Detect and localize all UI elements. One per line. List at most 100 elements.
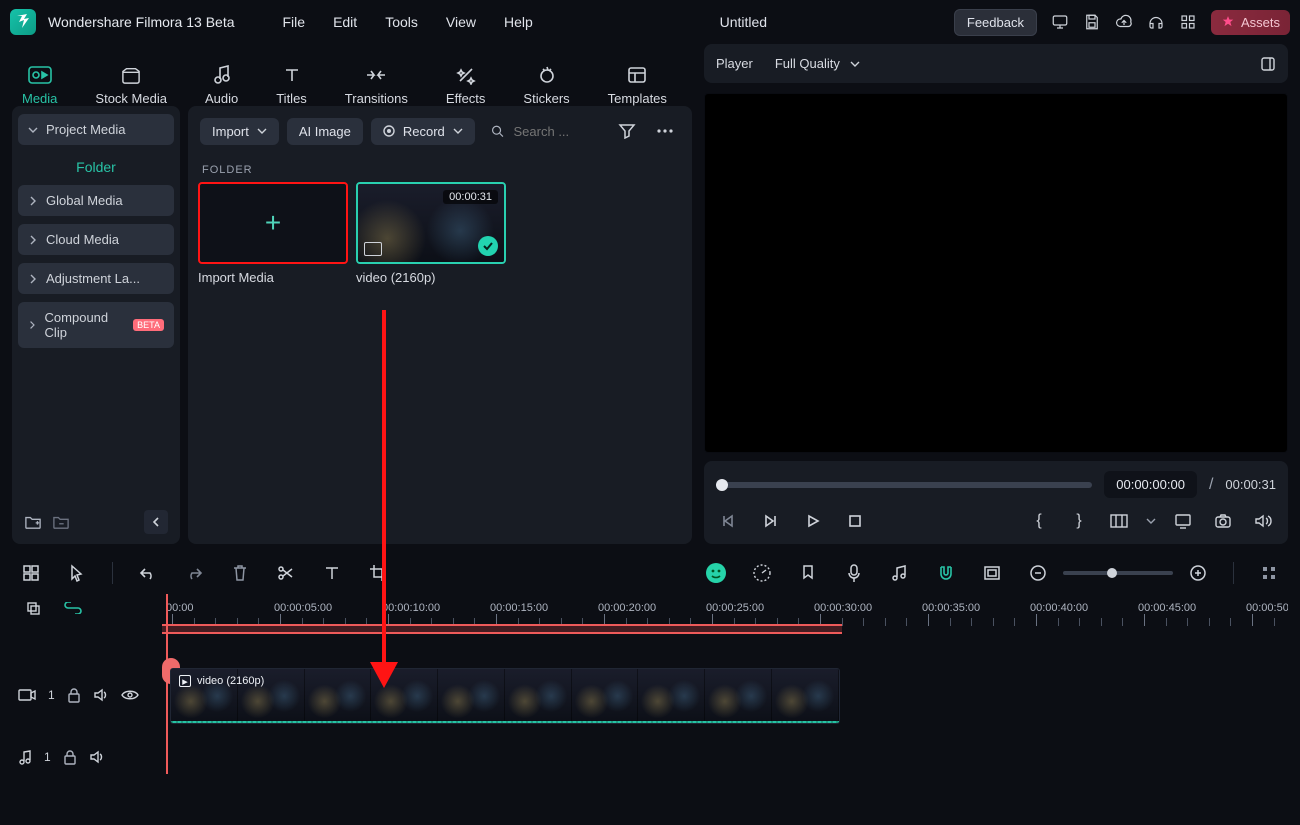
desktop-icon[interactable]: [1051, 13, 1069, 31]
panel-icon[interactable]: [1260, 56, 1276, 72]
feedback-button[interactable]: Feedback: [954, 9, 1037, 36]
zoom-track[interactable]: [1063, 571, 1173, 575]
mute-icon[interactable]: [93, 688, 109, 702]
link-folder-icon[interactable]: [52, 514, 70, 530]
title-right-tools: Feedback Assets: [954, 9, 1290, 36]
visibility-icon[interactable]: [121, 689, 139, 701]
cloud-upload-icon[interactable]: [1115, 13, 1133, 31]
zoom-control[interactable]: [1023, 558, 1213, 588]
sidebar-global-media[interactable]: Global Media: [18, 185, 174, 216]
tab-templates[interactable]: Templates: [608, 65, 667, 106]
collapse-sidebar-button[interactable]: [144, 510, 168, 534]
tab-titles[interactable]: Titles: [276, 65, 307, 106]
stop-button[interactable]: [842, 508, 868, 534]
menu-file[interactable]: File: [283, 14, 306, 30]
frame-icon[interactable]: [977, 558, 1007, 588]
lock-icon[interactable]: [63, 749, 77, 765]
undo-button[interactable]: [133, 558, 163, 588]
zoom-thumb[interactable]: [1107, 568, 1117, 578]
plus-icon: +: [265, 207, 281, 239]
tab-stock-media[interactable]: Stock Media: [95, 65, 167, 106]
display-button[interactable]: [1170, 508, 1196, 534]
record-button[interactable]: Record: [371, 118, 475, 145]
sidebar-cloud-media[interactable]: Cloud Media: [18, 224, 174, 255]
prev-frame-button[interactable]: [716, 508, 742, 534]
assets-button[interactable]: Assets: [1211, 10, 1290, 35]
delete-button[interactable]: [225, 558, 255, 588]
mark-in-button[interactable]: {: [1026, 508, 1052, 534]
tab-audio[interactable]: Audio: [205, 65, 238, 106]
timeline-clip[interactable]: ▸video (2160p): [170, 668, 840, 724]
zoom-in-icon[interactable]: [1183, 558, 1213, 588]
snapshot-button[interactable]: [1210, 508, 1236, 534]
redo-button[interactable]: [179, 558, 209, 588]
chevron-down-icon[interactable]: [1146, 516, 1156, 526]
clip-name: video (2160p): [356, 270, 506, 285]
search-input[interactable]: [512, 123, 596, 140]
media-icon: [28, 65, 52, 85]
layout-icon[interactable]: [16, 558, 46, 588]
more-button[interactable]: [650, 116, 680, 146]
chevron-down-icon: [257, 126, 267, 136]
sidebar-folder[interactable]: Folder: [18, 153, 174, 177]
player-toolbar: Player Full Quality: [704, 44, 1288, 83]
link-icon[interactable]: [58, 593, 88, 623]
audio-track-index: 1: [44, 750, 51, 764]
import-media-tile[interactable]: + Import Media: [198, 182, 348, 285]
timeline-ruler[interactable]: 00:0000:00:05:0000:00:10:0000:00:15:0000…: [162, 594, 1288, 634]
apps-icon[interactable]: [1179, 13, 1197, 31]
seek-thumb[interactable]: [716, 479, 728, 491]
voiceover-icon[interactable]: [839, 558, 869, 588]
marker-icon[interactable]: [793, 558, 823, 588]
tab-transitions[interactable]: Transitions: [345, 65, 408, 106]
sidebar-project-media[interactable]: Project Media: [18, 114, 174, 145]
menu-tools[interactable]: Tools: [385, 14, 418, 30]
video-tile[interactable]: 00:00:31 video (2160p): [356, 182, 506, 285]
media-search[interactable]: [483, 117, 604, 146]
volume-button[interactable]: [1250, 508, 1276, 534]
aspect-button[interactable]: [1106, 508, 1132, 534]
play-icon: ▸: [179, 675, 191, 687]
ai-image-button[interactable]: AI Image: [287, 118, 363, 145]
stock-media-icon: [119, 65, 143, 85]
sidebar-adjustment-layer[interactable]: Adjustment La...: [18, 263, 174, 294]
menu-edit[interactable]: Edit: [333, 14, 357, 30]
import-button[interactable]: Import: [200, 118, 279, 145]
preview-canvas[interactable]: [704, 93, 1288, 453]
ruler-label: 00:00:10:00: [382, 602, 440, 614]
seek-track[interactable]: [716, 482, 1092, 488]
zoom-out-icon[interactable]: [1023, 558, 1053, 588]
split-button[interactable]: [271, 558, 301, 588]
save-icon[interactable]: [1083, 13, 1101, 31]
speed-icon[interactable]: [747, 558, 777, 588]
time-current: 00:00:00:00: [1104, 471, 1197, 498]
new-folder-icon[interactable]: [24, 514, 42, 530]
chevron-right-icon: [28, 235, 38, 245]
mute-icon[interactable]: [89, 750, 105, 764]
filter-button[interactable]: [612, 116, 642, 146]
cursor-icon[interactable]: [62, 558, 92, 588]
menu-help[interactable]: Help: [504, 14, 533, 30]
play-forward-button[interactable]: [758, 508, 784, 534]
ai-face-icon[interactable]: [701, 558, 731, 588]
play-button[interactable]: [800, 508, 826, 534]
lock-icon[interactable]: [67, 687, 81, 703]
duplicate-icon[interactable]: [18, 593, 48, 623]
assets-label: Assets: [1241, 15, 1280, 30]
media-toolbar: Import AI Image Record: [188, 106, 692, 156]
tab-media[interactable]: Media: [22, 65, 57, 106]
timeline-tracks[interactable]: 00:0000:00:05:0000:00:10:0000:00:15:0000…: [162, 594, 1288, 774]
track-view-icon[interactable]: [1254, 558, 1284, 588]
tab-stickers[interactable]: Stickers: [523, 65, 569, 106]
menu-view[interactable]: View: [446, 14, 476, 30]
player-quality-dropdown[interactable]: Full Quality: [767, 52, 868, 75]
magnet-icon[interactable]: [931, 558, 961, 588]
crop-button[interactable]: [363, 558, 393, 588]
clip-duration: 00:00:31: [443, 190, 498, 204]
mark-out-button[interactable]: }: [1066, 508, 1092, 534]
text-button[interactable]: [317, 558, 347, 588]
headphones-icon[interactable]: [1147, 13, 1165, 31]
tab-effects[interactable]: Effects: [446, 65, 486, 106]
sidebar-compound-clip[interactable]: Compound Clip BETA: [18, 302, 174, 348]
audio-sync-icon[interactable]: [885, 558, 915, 588]
